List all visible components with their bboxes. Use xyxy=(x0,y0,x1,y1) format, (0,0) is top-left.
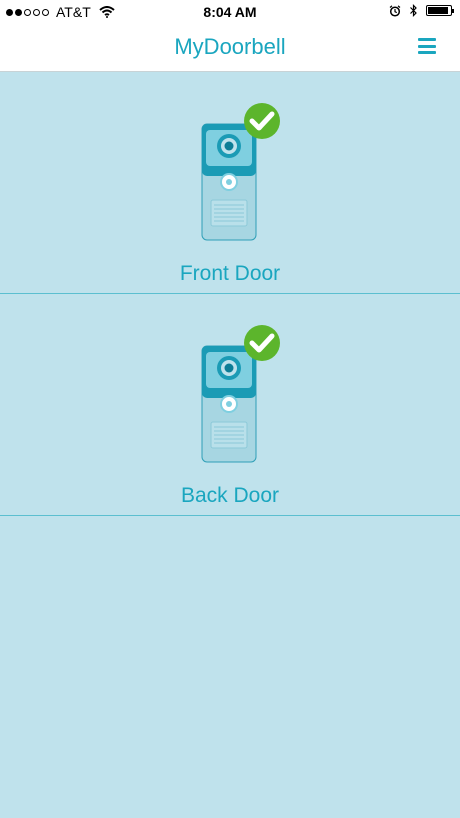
status-bar: AT&T 8:04 AM xyxy=(0,0,460,24)
doorbell-device-icon xyxy=(201,325,280,463)
battery-level xyxy=(428,7,448,14)
device-row-front-door[interactable]: Front Door xyxy=(0,72,460,294)
app-title: MyDoorbell xyxy=(174,34,286,59)
bluetooth-icon xyxy=(410,4,417,17)
hamburger-menu-icon[interactable] xyxy=(418,38,436,54)
device-row-back-door[interactable]: Back Door xyxy=(0,294,460,516)
device-label: Back Door xyxy=(180,484,280,507)
battery-icon xyxy=(426,5,454,16)
device-label: Front Door xyxy=(179,262,281,285)
status-right xyxy=(389,4,454,17)
alarm-icon xyxy=(389,4,401,17)
doorbell-device-icon xyxy=(201,103,280,241)
nav-bar: MyDoorbell xyxy=(0,24,460,72)
